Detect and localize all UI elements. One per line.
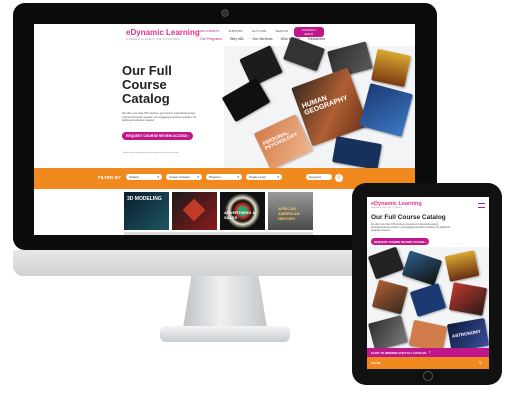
course-thumbnail[interactable]: 3D MODELING [124,192,169,230]
course-thumbnail[interactable] [172,192,217,230]
top-link[interactable]: FOR COMMITS [198,29,219,33]
book-cover [332,136,382,170]
chevron-down-icon: ▾ [277,175,279,179]
search-icon[interactable]: ⚲ [335,174,343,182]
page-title: Our Full Course Catalog [122,63,172,106]
filter-subject-select[interactable]: Subject ▾ [126,174,162,180]
hero-note: *Digital access will be granted once pay… [122,152,180,154]
book-cover [282,36,326,72]
book-astronomy: ASTRONOMY [446,317,489,353]
tablet-request-button[interactable]: REQUEST COURSE REVIEW ACCESS › [371,238,430,245]
tablet-screen: eDynamic Learning CAREER & ELECTIVE COUR… [367,197,489,369]
chevron-down-icon: ▾ [429,350,431,354]
book-cover [371,279,409,315]
chevron-right-icon: › [425,239,427,244]
book-cover [448,282,488,316]
keyword-search-input[interactable]: Keyword [306,174,332,180]
course-thumbnail[interactable]: ADVERTISING & SALES [220,192,265,230]
book-cover [409,283,447,317]
tablet-paragraph: We offer more than 155 electives, ground… [371,224,450,232]
nav-item-why-edl[interactable]: Why eDL [230,37,244,41]
course-collage: HUMAN GEOGRAPHY PERSONAL PSYCHOLOGY [221,36,415,170]
filter-grade-select[interactable]: Grade Level ▾ [246,174,282,180]
top-link-search[interactable]: SEARCH [276,29,289,33]
home-button-icon [423,371,433,381]
logo-tagline: CAREER & ELECTIVE COURSES [126,37,180,41]
tablet-browse-bar[interactable]: CLICK TO BROWSE OUR FULL CATALOG ▾ [367,348,489,357]
hero-paragraph: We offer more than 155 electives, ground… [122,112,197,122]
webcam-icon [221,9,229,17]
chevron-down-icon: ▾ [197,175,199,179]
filter-career-select[interactable]: Career Clusters ▾ [166,174,202,180]
nav-item-services[interactable]: Our Services [252,37,272,41]
book-cover [371,48,411,88]
site-logo[interactable]: eDynamic Learning CAREER & ELECTIVE COURS… [126,28,200,41]
nav-item-resources[interactable]: Resources [308,37,325,41]
chevron-down-icon: ▾ [157,175,159,179]
logo-text: eDynamic Learning [126,28,200,37]
search-icon: ⚲ [479,360,482,365]
menu-icon[interactable] [478,203,485,208]
chevron-right-icon: › [188,134,190,138]
request-access-button[interactable]: REQUEST COURSE REVIEW ACCESS › [122,132,194,140]
book-cover [359,83,413,137]
tablet-logo[interactable]: eDynamic Learning CAREER & ELECTIVE COUR… [371,201,422,209]
book-cover [444,250,480,282]
chevron-down-icon: ▾ [237,175,239,179]
filter-program-select[interactable]: Program ▾ [206,174,242,180]
book-cover [221,77,271,123]
main-nav: Our Programs Why eDL Our Services Who We… [200,37,325,41]
play-icon [182,198,206,222]
desktop-stand-foot [160,326,290,342]
top-link[interactable]: SUPPORT [228,29,242,33]
course-thumbnail[interactable]: AFRICAN AMERICAN HISTORY [268,192,313,230]
book-cover [367,315,409,351]
book-cover [367,247,405,280]
top-links: FOR COMMITS SUPPORT LET'S ASK SEARCH ⚲ [198,29,299,33]
book-cover [401,250,443,286]
top-link[interactable]: LET'S ASK [252,29,267,33]
contact-email-button[interactable]: CONTACT EMAIL [294,27,324,37]
tablet-filter-bar[interactable]: FILTER ⚲ [367,357,489,369]
book-cover [239,45,283,87]
tablet-course-collage: ASTRONOMY [367,247,489,357]
nav-item-programs[interactable]: Our Programs [200,37,222,41]
thumbnail-row-next [124,232,313,235]
filter-label: FILTER BY [98,175,121,180]
desktop-stand-neck [183,276,267,328]
tablet-page-title: Our Full Course Catalog [371,214,446,221]
